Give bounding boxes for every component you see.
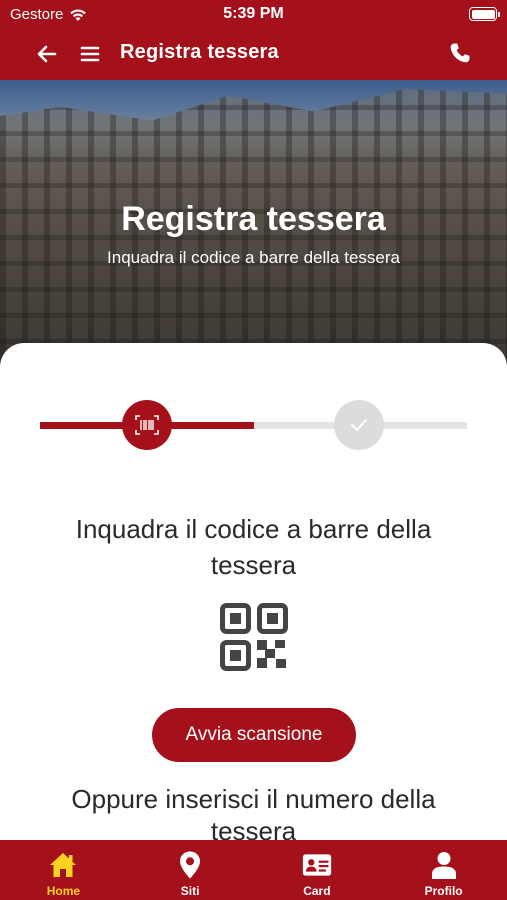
hamburger-menu-icon[interactable] (78, 42, 102, 66)
hero-subtitle: Inquadra il codice a barre della tessera (107, 248, 400, 267)
content-card: Inquadra il codice a barre della tessera… (0, 343, 507, 846)
progress-stepper (40, 394, 467, 454)
tab-siti-label: Siti (180, 884, 200, 898)
tab-card[interactable]: Card (254, 840, 381, 900)
step-scan (122, 400, 172, 450)
tab-profilo-label: Profilo (424, 884, 463, 898)
tab-card-label: Card (303, 884, 331, 898)
hero-heading: Registra tessera (121, 200, 386, 238)
bottom-tab-bar: Home Siti Card Profilo (0, 840, 507, 900)
manual-entry-prompt: Oppure inserisci il numero della tessera (71, 784, 436, 846)
status-bar: Gestore 5:39 PM (0, 0, 507, 30)
tab-profilo[interactable]: Profilo (380, 840, 507, 900)
top-navbar: Registra tessera (0, 30, 507, 80)
hero-banner: Registra tessera Inquadra il codice a ba… (0, 80, 507, 370)
home-icon (50, 853, 77, 877)
start-scan-button[interactable]: Avvia scansione (152, 708, 356, 762)
scan-instruction: Inquadra il codice a barre della tessera (75, 514, 432, 580)
battery-icon (469, 7, 500, 21)
step-confirm (334, 400, 384, 450)
barcode-scan-icon (135, 415, 159, 435)
back-arrow-icon[interactable] (35, 42, 59, 66)
map-pin-icon (180, 851, 201, 879)
hero-sky (0, 80, 507, 121)
checkmark-icon (351, 419, 367, 431)
clock: 5:39 PM (223, 5, 284, 22)
user-icon (431, 852, 456, 879)
tab-siti[interactable]: Siti (127, 840, 254, 900)
tab-home-label: Home (46, 884, 81, 898)
tab-home[interactable]: Home (0, 840, 127, 900)
qr-code-icon (220, 603, 288, 671)
page-title: Registra tessera (120, 41, 279, 63)
id-card-icon (302, 854, 331, 876)
phone-icon[interactable] (448, 41, 472, 65)
